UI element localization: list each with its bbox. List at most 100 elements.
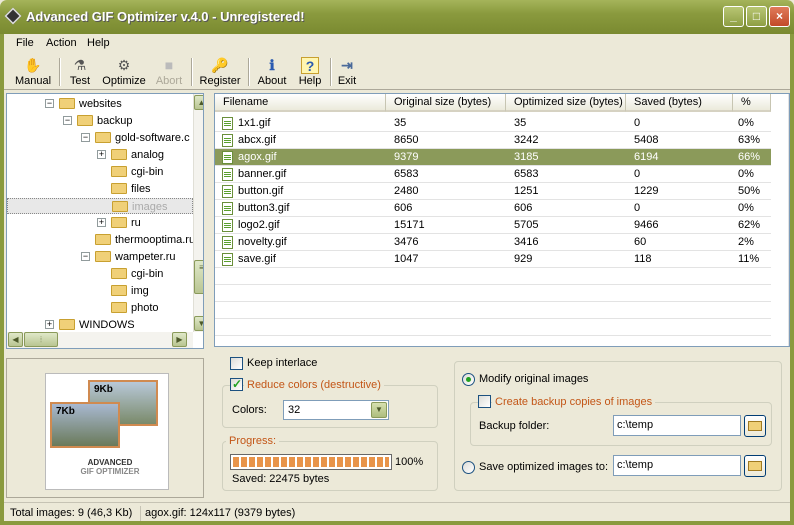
tree-node[interactable]: files — [111, 181, 151, 197]
menu-help[interactable]: Help — [87, 37, 110, 49]
keep-interlace-checkbox[interactable] — [230, 357, 243, 370]
tree-node[interactable]: websites — [59, 96, 122, 112]
title-bar[interactable]: Advanced GIF Optimizer v.4.0 - Unregiste… — [0, 0, 794, 34]
tree-node[interactable]: wampeter.ru — [95, 249, 176, 265]
tree-node[interactable]: img — [111, 283, 149, 299]
tree-expander-icon[interactable]: + — [97, 218, 106, 227]
save-optimized-radio[interactable] — [462, 461, 475, 474]
tree-vertical-scrollbar[interactable]: ▲ ≡ ▼ — [193, 94, 203, 332]
col-original-size[interactable]: Original size (bytes) — [386, 94, 506, 112]
help-button[interactable]: ? Help — [294, 55, 326, 89]
tree-node[interactable]: gold-software.c — [95, 130, 190, 146]
table-row[interactable]: save.gif 1047 929 118 11% — [215, 251, 771, 268]
folder-tree[interactable]: − websites − backup − gold-software.c + analog c… — [6, 93, 204, 349]
abort-button[interactable]: ■ Abort — [151, 55, 187, 89]
tree-node-label: thermooptima.ru — [115, 234, 196, 246]
modify-original-radio[interactable] — [462, 373, 475, 386]
cell-opt: 1251 — [514, 185, 539, 197]
tree-node[interactable]: thermooptima.ru — [95, 232, 195, 248]
window-title: Advanced GIF Optimizer v.4.0 - Unregiste… — [26, 9, 305, 24]
col-percent[interactable]: % — [733, 94, 771, 112]
tree-node-label: images — [132, 201, 168, 213]
cell-opt: 3242 — [514, 134, 539, 146]
close-button[interactable]: × — [769, 6, 790, 27]
exit-label: Exit — [337, 75, 357, 87]
tree-node[interactable]: ru — [111, 215, 141, 231]
table-row[interactable]: abcx.gif 8650 3242 5408 63% — [215, 132, 771, 149]
save-optimized-label: Save optimized images to: — [479, 461, 609, 473]
chevron-down-icon[interactable]: ▼ — [371, 402, 387, 418]
tree-node[interactable]: cgi-bin — [111, 266, 163, 282]
scroll-up-icon[interactable]: ▲ — [194, 95, 203, 110]
scroll-thumb[interactable]: ≡ — [194, 260, 203, 294]
tree-node-label: wampeter.ru — [115, 251, 176, 263]
scroll-left-icon[interactable]: ◀ — [8, 332, 23, 347]
col-optimized-size[interactable]: Optimized size (bytes) — [506, 94, 626, 112]
hand-icon: ✋ — [24, 57, 42, 73]
tree-node[interactable]: photo — [111, 300, 159, 316]
tree-expander-icon[interactable]: − — [81, 252, 90, 261]
cell-pct: 66% — [738, 151, 761, 163]
logo-line-1: ADVANCED — [87, 458, 133, 467]
cell-saved: 0 — [634, 168, 641, 180]
test-button[interactable]: ⚗ Test — [64, 55, 96, 89]
cell-orig: 2480 — [394, 185, 419, 197]
table-row[interactable]: logo2.gif 15171 5705 9466 62% — [215, 217, 771, 234]
gif-file-icon — [222, 219, 233, 232]
browse-backup-button[interactable] — [744, 415, 766, 437]
scroll-thumb-horizontal[interactable]: ⦙ — [24, 332, 58, 347]
table-row[interactable]: 1x1.gif 35 35 0 0% — [215, 115, 771, 132]
tree-node[interactable]: backup — [77, 113, 132, 129]
about-button[interactable]: ℹ About — [254, 55, 290, 89]
progress-fill — [233, 457, 389, 467]
cell-name: novelty.gif — [238, 236, 287, 248]
tree-node[interactable]: analog — [111, 147, 164, 163]
cell-saved: 0 — [634, 202, 641, 214]
col-saved[interactable]: Saved (bytes) — [626, 94, 733, 112]
gif-file-icon — [222, 117, 233, 130]
manual-label: Manual — [14, 75, 52, 87]
gif-file-icon — [222, 253, 233, 266]
tree-horizontal-scrollbar[interactable]: ◀ ⦙ ▶ — [7, 332, 193, 348]
cell-orig: 6583 — [394, 168, 419, 180]
cell-orig: 15171 — [394, 219, 425, 231]
browse-save-button[interactable] — [744, 455, 766, 477]
table-row[interactable]: banner.gif 6583 6583 0 0% — [215, 166, 771, 183]
menu-action[interactable]: Action — [46, 37, 77, 49]
cell-name: save.gif — [238, 253, 276, 265]
tree-node[interactable]: images — [7, 198, 193, 214]
tree-node-label: img — [131, 285, 149, 297]
table-row[interactable]: button3.gif 606 606 0 0% — [215, 200, 771, 217]
table-row[interactable]: novelty.gif 3476 3416 60 2% — [215, 234, 771, 251]
exit-button[interactable]: ⇥ Exit — [335, 55, 359, 89]
table-row[interactable]: button.gif 2480 1251 1229 50% — [215, 183, 771, 200]
gif-file-icon — [222, 236, 233, 249]
tree-expander-icon[interactable]: − — [45, 99, 54, 108]
tree-node[interactable]: cgi-bin — [111, 164, 163, 180]
scroll-down-icon[interactable]: ▼ — [194, 316, 203, 331]
maximize-button[interactable]: □ — [746, 6, 767, 27]
folder-icon — [59, 97, 75, 109]
create-backup-checkbox[interactable] — [478, 395, 491, 408]
colors-select[interactable]: 32 ▼ — [283, 400, 389, 420]
col-filename[interactable]: Filename — [215, 94, 386, 112]
manual-button[interactable]: ✋ Manual — [12, 55, 54, 89]
tree-node[interactable]: WINDOWS — [59, 317, 135, 333]
table-row[interactable]: agox.gif 9379 3185 6194 66% — [215, 149, 771, 166]
minimize-button[interactable]: _ — [723, 6, 744, 27]
tree-expander-icon[interactable]: + — [45, 320, 54, 329]
tree-node-label: WINDOWS — [79, 319, 135, 331]
save-optimized-input[interactable]: c:\temp — [613, 455, 741, 476]
optimize-button[interactable]: ⚙ Optimize — [99, 55, 149, 89]
tree-expander-icon[interactable]: − — [81, 133, 90, 142]
register-button[interactable]: 🔑 Register — [197, 55, 243, 89]
tree-expander-icon[interactable]: − — [63, 116, 72, 125]
file-list[interactable]: Filename Original size (bytes) Optimized… — [214, 93, 790, 347]
cell-opt: 3185 — [514, 151, 539, 163]
empty-row — [215, 268, 771, 285]
backup-folder-input[interactable]: c:\temp — [613, 415, 741, 436]
scroll-right-icon[interactable]: ▶ — [172, 332, 187, 347]
reduce-colors-checkbox[interactable] — [230, 377, 243, 391]
menu-file[interactable]: File — [16, 37, 34, 49]
tree-expander-icon[interactable]: + — [97, 150, 106, 159]
